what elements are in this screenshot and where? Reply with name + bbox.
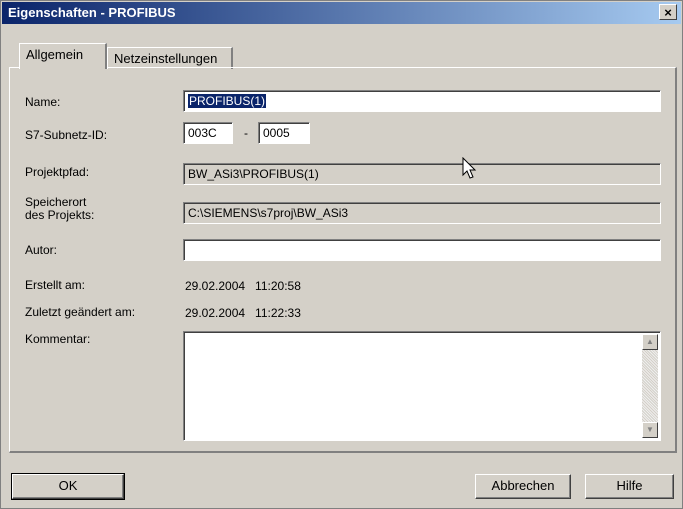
help-button[interactable]: Hilfe: [585, 474, 674, 499]
tab-allgemein-label: Allgemein: [26, 47, 84, 62]
tab-allgemein[interactable]: Allgemein: [19, 43, 107, 69]
properties-dialog: Eigenschaften - PROFIBUS × Allgemein Net…: [0, 0, 683, 509]
tab-netzeinstellungen-label: Netzeinstellungen: [114, 51, 218, 66]
close-icon: ×: [664, 5, 672, 20]
cancel-button-label: Abbrechen: [491, 478, 555, 493]
help-button-label: Hilfe: [616, 478, 643, 493]
window-title: Eigenschaften - PROFIBUS: [8, 5, 176, 20]
tab-netzeinstellungen[interactable]: Netzeinstellungen: [107, 47, 233, 69]
general-panel: [9, 67, 677, 453]
close-button[interactable]: ×: [659, 4, 677, 20]
ok-button[interactable]: OK: [11, 473, 125, 500]
ok-button-label: OK: [58, 478, 78, 493]
cancel-button[interactable]: Abbrechen: [475, 474, 571, 499]
title-bar[interactable]: Eigenschaften - PROFIBUS ×: [2, 2, 681, 24]
